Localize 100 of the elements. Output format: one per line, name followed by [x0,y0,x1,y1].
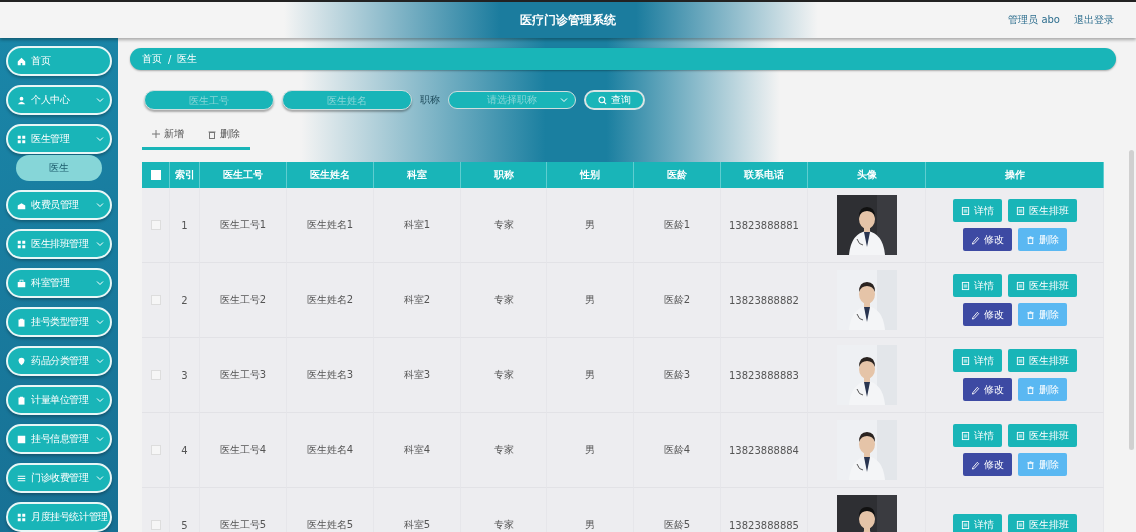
table-cell: 医生工号5 [200,488,287,532]
table-cell: 1 [170,188,200,263]
row-checkbox[interactable] [150,520,161,530]
table-cell: 科室1 [374,188,461,263]
menu-icon [17,56,26,66]
search-button[interactable]: 查询 [584,90,645,110]
schedule-button[interactable]: 医生排班 [1007,199,1077,222]
table-cell: 医生工号1 [200,188,287,263]
detail-button[interactable]: 详情 [952,424,1002,447]
chevron-icon [560,97,568,103]
table-cell: 13823888883 [721,338,808,413]
delete-button[interactable]: 删除 [208,127,240,141]
pen-icon [970,459,980,470]
edit-button[interactable]: 修改 [962,453,1012,476]
edit-button[interactable]: 修改 [962,303,1012,326]
search-icon [598,95,607,105]
user-label: 管理员 abo [1008,13,1060,27]
breadcrumb-separator: / [168,53,172,65]
column-header: 索引 [170,162,200,188]
add-button[interactable]: 新增 [152,127,184,141]
table-cell: 13823888881 [721,188,808,263]
table-cell: 医生工号3 [200,338,287,413]
search-field[interactable]: 医生姓名 [282,90,412,110]
table-cell: 医生姓名1 [287,188,374,263]
menu-item[interactable]: 月度挂号统计管理 [6,502,112,532]
table-cell: 科室2 [374,263,461,338]
logout-link[interactable]: 退出登录 [1074,13,1114,27]
table-cell: 男 [547,413,634,488]
table-cell: 2 [170,263,200,338]
row-checkbox[interactable] [150,295,161,305]
trash-icon [1025,234,1035,245]
menu-item[interactable]: 医生排班管理 [6,229,112,259]
row-checkbox[interactable] [150,445,161,455]
menu-icon [17,434,26,444]
field-label: 职称 [420,93,440,107]
title-select[interactable]: 请选择职称 [448,91,576,109]
delete-button[interactable]: 删除 [1017,303,1067,326]
table-cell: 专家 [461,188,547,263]
document-icon [960,430,970,441]
schedule-button[interactable]: 医生排班 [1007,513,1077,532]
delete-button[interactable]: 删除 [1017,228,1067,251]
menu-item[interactable]: 个人中心 [6,85,112,115]
document-icon [1015,520,1025,530]
edit-button[interactable]: 修改 [962,228,1012,251]
chevron-icon [96,202,104,208]
menu-item[interactable]: 挂号信息管理 [6,424,112,454]
submenu-item[interactable]: 医生 [16,155,102,181]
menu-item[interactable]: 计量单位管理 [6,385,112,415]
table-cell: 专家 [461,413,547,488]
menu-item[interactable]: 药品分类管理 [6,346,112,376]
edit-button[interactable]: 修改 [962,378,1012,401]
row-checkbox[interactable] [150,220,161,230]
select-all-checkbox[interactable] [150,170,161,180]
table-cell: 专家 [461,488,547,532]
breadcrumb-item[interactable]: 首页 [142,52,162,66]
schedule-button[interactable]: 医生排班 [1007,349,1077,372]
chevron-icon [96,97,104,103]
pen-icon [970,309,980,320]
menu-item[interactable]: 医生管理 [6,124,112,154]
search-field[interactable]: 医生工号 [144,90,274,110]
delete-button[interactable]: 删除 [1017,378,1067,401]
column-header: 科室 [374,162,461,188]
document-icon [960,520,970,530]
schedule-button[interactable]: 医生排班 [1007,424,1077,447]
document-icon [1015,280,1025,291]
table-cell: 科室3 [374,338,461,413]
detail-button[interactable]: 详情 [952,349,1002,372]
column-header: 医龄 [634,162,721,188]
column-header: 联系电话 [721,162,808,188]
document-icon [960,205,970,216]
menu-icon [17,95,26,105]
table-cell: 男 [547,338,634,413]
table-cell: 13823888884 [721,413,808,488]
table-cell: 3 [170,338,200,413]
table-cell: 医生姓名5 [287,488,374,532]
menu-item[interactable]: 门诊收费管理 [6,463,112,493]
chevron-icon [96,319,104,325]
document-icon [1015,205,1025,216]
scrollbar[interactable] [1129,150,1134,450]
document-icon [1015,430,1025,441]
detail-button[interactable]: 详情 [952,274,1002,297]
table-cell: 专家 [461,263,547,338]
delete-button[interactable]: 删除 [1017,453,1067,476]
table-cell: 科室5 [374,488,461,532]
table-cell: 医龄3 [634,338,721,413]
row-checkbox[interactable] [150,370,161,380]
trash-icon [1025,459,1035,470]
detail-button[interactable]: 详情 [952,199,1002,222]
menu-item[interactable]: 收费员管理 [6,190,112,220]
menu-item[interactable]: 挂号类型管理 [6,307,112,337]
menu-icon [17,239,26,249]
menu-item[interactable]: 首页 [6,46,112,76]
menu-item[interactable]: 科室管理 [6,268,112,298]
table-cell: 13823888885 [721,488,808,532]
detail-button[interactable]: 详情 [952,513,1002,532]
menu-icon [17,512,26,522]
breadcrumb-item[interactable]: 医生 [177,52,198,66]
table-cell: 医生姓名4 [287,413,374,488]
schedule-button[interactable]: 医生排班 [1007,274,1077,297]
table-cell: 医生姓名3 [287,338,374,413]
